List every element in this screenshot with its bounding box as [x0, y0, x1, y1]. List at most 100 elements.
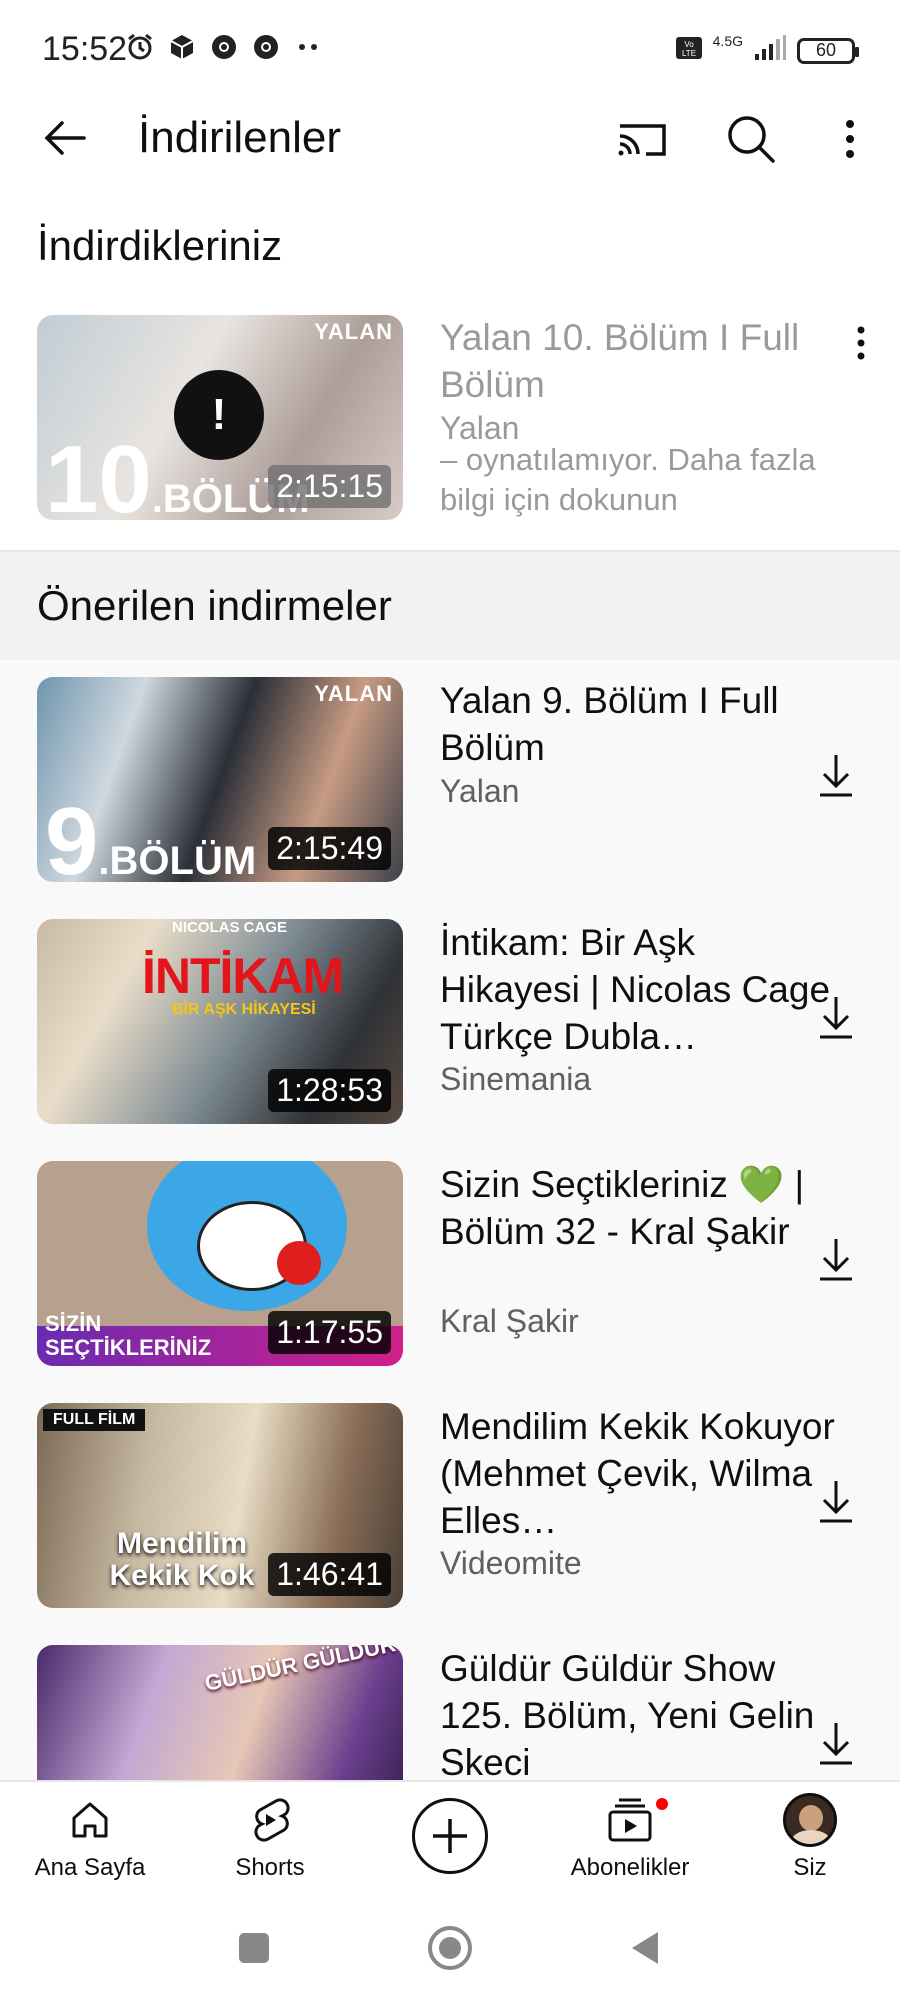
cast-button[interactable] — [614, 112, 670, 168]
app-bar: İndirilenler — [0, 100, 900, 230]
suggested-list: YALAN 9.BÖLÜM 2:15:49 Yalan 9. Bölüm I F… — [0, 660, 900, 1780]
create-button[interactable] — [412, 1798, 488, 1874]
video-title: Yalan 9. Bölüm I Full Bölüm — [440, 680, 779, 768]
subscriptions-icon — [550, 1792, 710, 1848]
search-icon — [728, 116, 775, 163]
suggested-section-heading: Önerilen indirmeler — [37, 582, 392, 629]
downloads-section-heading: İndirdikleriniz — [37, 222, 283, 269]
bottom-navigation: Ana Sayfa Shorts Abonelikler Siz — [0, 1780, 900, 1890]
avatar — [783, 1793, 837, 1847]
download-button[interactable] — [812, 1233, 860, 1285]
thumbnail-episode-number: 10 — [45, 426, 152, 521]
thumbnail-text: SİZİN SEÇTİKLERİNİZ — [45, 1311, 212, 1360]
video-thumbnail[interactable]: SİZİN SEÇTİKLERİNİZ 1:17:55 — [37, 1161, 403, 1366]
svg-text:LTE: LTE — [682, 49, 696, 58]
status-bar: 15:52 Vo LTE 4.5G 60 — [0, 0, 900, 100]
cast-icon — [618, 124, 666, 156]
shorts-icon — [190, 1792, 350, 1848]
video-duration: 1:46:41 — [268, 1553, 391, 1596]
thumbnail-episode-word: .BÖLÜM — [98, 839, 257, 882]
thumbnail-tag: FULL FİLM — [43, 1409, 146, 1431]
chrome-icon — [209, 32, 239, 62]
video-title: Güldür Güldür Show 125. Bölüm, Yeni Geli… — [440, 1648, 815, 1780]
video-title: Sizin Seçtikleriniz 💚 | Bölüm 32 - Kral … — [440, 1164, 805, 1252]
nav-label: Ana Sayfa — [34, 1854, 146, 1881]
video-duration: 1:28:53 — [268, 1069, 391, 1112]
suggested-video-item[interactable]: FULL FİLM Mendilim Kekik Kok 1:46:41 Men… — [0, 1403, 900, 1613]
suggested-video-item[interactable]: SİZİN SEÇTİKLERİNİZ 1:17:55 Sizin Seçtik… — [0, 1161, 900, 1371]
video-thumbnail[interactable]: YALAN 9.BÖLÜM 2:15:49 — [37, 677, 403, 882]
download-icon — [820, 755, 852, 797]
video-title: İntikam: Bir Aşk Hikayesi | Nicolas Cage… — [440, 922, 831, 1057]
recents-button[interactable] — [226, 1920, 282, 1976]
video-thumbnail[interactable]: GÜLDÜR GÜLDÜR — [37, 1645, 403, 1780]
nav-shorts[interactable]: Shorts — [190, 1792, 350, 1882]
circle-icon — [428, 1926, 472, 1970]
back-system-button[interactable] — [618, 1920, 674, 1976]
download-icon — [820, 1239, 852, 1281]
chrome-icon — [251, 32, 281, 62]
video-channel: Sinemania — [440, 1061, 592, 1097]
thumbnail-tag: YALAN — [314, 319, 393, 344]
video-title: Mendilim Kekik Kokuyor (Mehmet Çevik, Wi… — [440, 1406, 835, 1541]
thumbnail-subtext: BİR AŞK HİKAYESİ — [172, 1001, 316, 1018]
download-status-message: – oynatılamıyor. Daha fazla bilgi için d… — [440, 442, 816, 517]
nav-label: Abonelikler — [570, 1854, 690, 1881]
thumbnail-text: İNTİKAM — [142, 948, 344, 1004]
arrow-left-icon — [44, 121, 86, 155]
download-button[interactable] — [812, 1475, 860, 1527]
suggested-video-item[interactable]: YALAN 9.BÖLÜM 2:15:49 Yalan 9. Bölüm I F… — [0, 677, 900, 887]
status-time: 15:52 — [42, 30, 128, 68]
triangle-back-icon — [632, 1932, 658, 1964]
item-more-button[interactable] — [846, 318, 876, 368]
thumbnail-episode-number: 9 — [45, 788, 99, 883]
home-system-button[interactable] — [422, 1920, 478, 1976]
home-icon — [10, 1792, 170, 1848]
network-type: 4.5G — [712, 32, 743, 49]
download-icon — [820, 997, 852, 1039]
thumbnail-character-nose — [277, 1241, 321, 1285]
alarm-icon — [125, 32, 155, 62]
battery-level: 60 — [815, 40, 837, 60]
download-icon — [820, 1481, 852, 1523]
volte-icon: Vo LTE — [675, 34, 703, 67]
thumbnail-tag: YALAN — [314, 681, 393, 706]
svg-text:Vo: Vo — [684, 40, 694, 49]
nav-home[interactable]: Ana Sayfa — [10, 1792, 170, 1882]
nav-you[interactable]: Siz — [730, 1792, 890, 1882]
more-notifications-icon — [293, 32, 323, 62]
notification-dot — [654, 1796, 670, 1812]
back-button[interactable] — [38, 110, 94, 166]
nav-subscriptions[interactable]: Abonelikler — [550, 1792, 710, 1882]
download-icon — [820, 1723, 852, 1765]
more-vert-icon — [857, 326, 865, 360]
thumbnail-episode: 9.BÖLÜM — [45, 794, 257, 883]
video-thumbnail[interactable]: FULL FİLM Mendilim Kekik Kok 1:46:41 — [37, 1403, 403, 1608]
more-options-button[interactable] — [832, 110, 868, 168]
avatar-wrapper — [730, 1792, 890, 1848]
more-vert-icon — [846, 120, 854, 158]
video-duration: 1:17:55 — [268, 1311, 391, 1354]
thumbnail-tag: NICOLAS CAGE — [172, 919, 288, 936]
video-channel: Videomite — [440, 1545, 582, 1581]
battery-indicator: 60 — [797, 37, 859, 64]
thumbnail-text: Mendilim Kekik Kok — [109, 1527, 255, 1592]
download-button[interactable] — [812, 1717, 860, 1769]
package-icon — [167, 32, 197, 62]
suggested-video-item[interactable]: GÜLDÜR GÜLDÜR Güldür Güldür Show 125. Bö… — [0, 1645, 900, 1780]
video-channel: Yalan — [440, 773, 520, 809]
error-icon: ! — [174, 370, 264, 460]
nav-label: Siz — [793, 1854, 827, 1881]
video-thumbnail[interactable]: NICOLAS CAGE İNTİKAM BİR AŞK HİKAYESİ 1:… — [37, 919, 403, 1124]
download-button[interactable] — [812, 749, 860, 801]
downloaded-video-item[interactable]: YALAN 10.BÖLÜM 2:15:15 ! Yalan 10. Bölüm… — [0, 310, 900, 550]
video-duration: 2:15:49 — [268, 827, 391, 870]
square-icon — [239, 1933, 269, 1963]
download-button[interactable] — [812, 991, 860, 1043]
video-title: Yalan 10. Bölüm I Full Bölüm — [440, 317, 800, 405]
search-button[interactable] — [722, 110, 780, 168]
suggested-section-header: Önerilen indirmeler — [0, 550, 900, 660]
page-title: İndirilenler — [138, 113, 341, 162]
suggested-video-item[interactable]: NICOLAS CAGE İNTİKAM BİR AŞK HİKAYESİ 1:… — [0, 919, 900, 1129]
status-system-icons: Vo LTE 4.5G 60 — [675, 32, 859, 67]
